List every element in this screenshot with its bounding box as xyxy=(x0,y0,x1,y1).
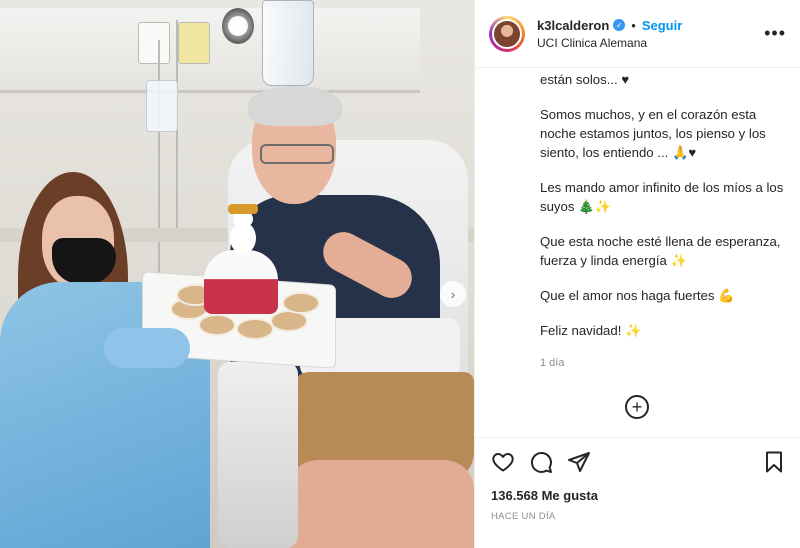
verified-badge-icon: ✓ xyxy=(613,19,626,31)
action-icons xyxy=(491,450,786,474)
suction-canister xyxy=(262,0,314,86)
avatar-image xyxy=(492,18,522,49)
follow-button[interactable]: Seguir xyxy=(642,18,682,33)
chair-arm xyxy=(218,362,298,548)
comment-icon[interactable] xyxy=(529,450,553,474)
heart-icon[interactable] xyxy=(491,450,515,474)
carousel-next-button[interactable]: › xyxy=(440,281,466,307)
oxygen-gauge xyxy=(222,8,254,44)
caption-line: Que esta noche esté llena de esperanza, … xyxy=(540,234,781,268)
caption-line: Les mando amor infinito de los míos a lo… xyxy=(540,180,784,214)
man-legs xyxy=(288,460,474,548)
cookie xyxy=(282,292,320,314)
post-side-panel: k3lcalderon ✓ • Seguir UCI Clinica Alema… xyxy=(474,0,800,548)
wall-outlet xyxy=(138,22,170,64)
post-timestamp[interactable]: HACE UN DÍA xyxy=(491,511,786,522)
add-comment-icon[interactable]: + xyxy=(625,395,649,419)
wall-panel xyxy=(0,8,420,93)
caption-line: Feliz navidad! ✨ xyxy=(540,323,642,338)
add-comment-row: + xyxy=(490,395,784,419)
caption-line: Que el amor nos haga fuertes 💪 xyxy=(540,288,735,303)
cookie xyxy=(198,314,236,336)
header-text: k3lcalderon ✓ • Seguir UCI Clinica Alema… xyxy=(537,18,764,50)
blue-glove xyxy=(104,328,190,368)
iv-tube xyxy=(158,40,160,280)
bookmark-icon[interactable] xyxy=(762,450,786,474)
avatar[interactable] xyxy=(489,15,525,52)
iv-bag xyxy=(146,80,178,132)
caption: están solos... ♥ Somos muchos, y en el c… xyxy=(475,68,800,437)
post-header: k3lcalderon ✓ • Seguir UCI Clinica Alema… xyxy=(475,0,800,68)
face-mask xyxy=(52,238,116,284)
actions-area: 136.568 Me gusta HACE UN DÍA xyxy=(475,437,800,548)
instagram-post: › k3lcalderon ✓ • Seguir UCI Clinica Ale… xyxy=(0,0,800,548)
separator-dot: • xyxy=(631,17,636,33)
caption-line: están solos... ♥ xyxy=(540,72,630,87)
cookie xyxy=(236,318,274,340)
chevron-right-icon: › xyxy=(450,286,456,302)
username-link[interactable]: k3lcalderon xyxy=(537,18,609,33)
post-photo[interactable]: › xyxy=(0,0,474,548)
location-link[interactable]: UCI Clinica Alemana xyxy=(537,36,764,50)
caption-time[interactable]: 1 día xyxy=(540,354,784,373)
caption-line: Somos muchos, y en el corazón esta noche… xyxy=(540,107,766,160)
more-options-icon[interactable]: ••• xyxy=(764,23,786,44)
christmas-cake xyxy=(204,250,278,314)
share-icon[interactable] xyxy=(567,450,591,474)
header-row: k3lcalderon ✓ • Seguir xyxy=(537,18,764,33)
glasses xyxy=(260,144,334,164)
likes-count[interactable]: 136.568 Me gusta xyxy=(491,488,786,503)
man-hair xyxy=(248,86,342,126)
wall-outlet-yellow xyxy=(178,22,210,64)
snowman-hat xyxy=(228,204,258,214)
